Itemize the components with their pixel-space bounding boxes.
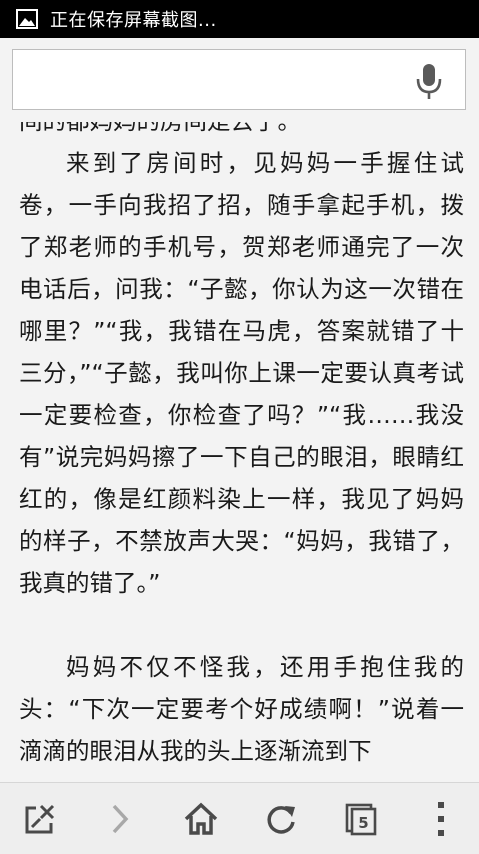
image-icon bbox=[16, 9, 38, 29]
search-input[interactable] bbox=[21, 58, 405, 102]
status-bar: 正在保存屏幕截图... bbox=[0, 0, 479, 38]
refresh-icon bbox=[267, 806, 295, 834]
search-bar bbox=[0, 38, 479, 122]
home-icon bbox=[184, 802, 218, 835]
tabs-icon: 5 bbox=[345, 803, 377, 836]
forward-button[interactable] bbox=[98, 797, 142, 841]
status-notification-text: 正在保存屏幕截图... bbox=[50, 10, 217, 31]
tabs-button[interactable]: 5 bbox=[339, 797, 383, 841]
overflow-menu-icon bbox=[438, 802, 444, 836]
article-paragraph: 来到了房间时，见妈妈一手握住试卷，一手向我招了招，随手拿起手机，拨了郑老师的手机… bbox=[19, 149, 464, 597]
tab-count: 5 bbox=[358, 814, 368, 832]
article-cut-line: 间的都妈妈的房间是去了。 bbox=[19, 122, 464, 142]
microphone-icon[interactable] bbox=[415, 63, 443, 101]
bottom-toolbar: 5 bbox=[0, 782, 479, 854]
search-box[interactable] bbox=[12, 49, 466, 110]
article-body: 间的都妈妈的房间是去了。 来到了房间时，见妈妈一手握住试卷，一手向我招了招，随手… bbox=[19, 122, 464, 772]
chevron-right-icon bbox=[112, 804, 129, 834]
refresh-button[interactable] bbox=[259, 797, 303, 841]
close-tab-icon bbox=[25, 804, 55, 834]
close-tab-button[interactable] bbox=[18, 797, 62, 841]
page-content[interactable]: 间的都妈妈的房间是去了。 来到了房间时，见妈妈一手握住试卷，一手向我招了招，随手… bbox=[0, 122, 479, 782]
article-paragraph: 妈妈不仅不怪我，还用手抱住我的头：“下次一定要考个好成绩啊！”说着一滴滴的眼泪从… bbox=[19, 653, 464, 765]
home-button[interactable] bbox=[179, 797, 223, 841]
menu-button[interactable] bbox=[419, 797, 463, 841]
